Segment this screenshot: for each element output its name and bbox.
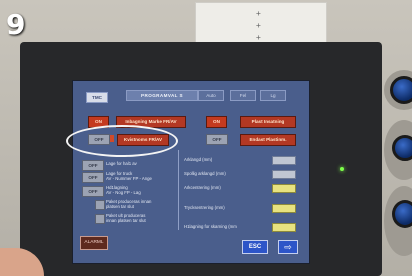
option-label: Paket ult produceras innan platsen tar s…	[106, 213, 146, 223]
param-value-field[interactable]	[272, 184, 296, 193]
option-label: Paket produceras innan platsen tar slut	[106, 199, 152, 209]
tab-lg[interactable]: Lg	[260, 90, 286, 101]
status-led-icon	[340, 167, 344, 171]
option-checkbox[interactable]	[95, 200, 105, 210]
annotation-ellipse	[66, 125, 178, 157]
option-toggle-button[interactable]: OFF	[82, 186, 104, 197]
panel-divider	[178, 150, 179, 230]
paper-mark: +	[256, 21, 261, 30]
push-button-icon[interactable]	[392, 135, 412, 161]
option-toggle-button[interactable]: OFF	[82, 172, 104, 183]
page-title: PROGRAMVAL S	[126, 90, 198, 101]
param-label: H1lagning for skarning (mm	[184, 224, 237, 229]
selector-knob-icon[interactable]	[390, 76, 412, 104]
param-label: Spollig arklangd (mm)	[184, 171, 226, 176]
param-value-field[interactable]	[272, 223, 296, 232]
esc-button[interactable]: ESC	[242, 240, 268, 254]
push-button-icon[interactable]	[392, 200, 412, 228]
param-value-field[interactable]	[272, 204, 296, 213]
plast-on-button[interactable]: ON	[206, 116, 227, 128]
paper-mark: +	[256, 33, 261, 42]
option-label: Hd1lagning AV - Nog FP - Lag	[106, 185, 141, 195]
photo-frame-number: 9	[6, 8, 26, 41]
endast-off-button[interactable]: OFF	[206, 134, 228, 145]
param-value-field[interactable]	[272, 156, 296, 165]
param-label: Arkcentrering (mm)	[184, 185, 221, 190]
param-label: Trycksentrering (mm)	[184, 205, 225, 210]
tab-auto[interactable]: Auto	[198, 90, 224, 101]
option-label: Lage for hal1 av	[106, 161, 137, 166]
param-label: Arklangd (mm)	[184, 157, 213, 162]
brand-logo: TMC	[86, 92, 108, 103]
paper-mark: +	[256, 9, 261, 18]
next-page-icon[interactable]: ⇨	[278, 240, 298, 254]
plast-insatning-button[interactable]: Plast Insatning	[240, 116, 296, 128]
tab-fel[interactable]: Fel	[230, 90, 256, 101]
option-checkbox[interactable]	[95, 214, 105, 224]
param-value-field[interactable]	[272, 170, 296, 179]
option-label: Lage for truck AV - Nummer FP - Ange	[106, 171, 152, 181]
endast-plastinm-button[interactable]: Endast Plastinm.	[240, 134, 296, 146]
alarm-button[interactable]: ALARML	[80, 236, 108, 250]
option-toggle-button[interactable]: OFF	[82, 160, 104, 171]
